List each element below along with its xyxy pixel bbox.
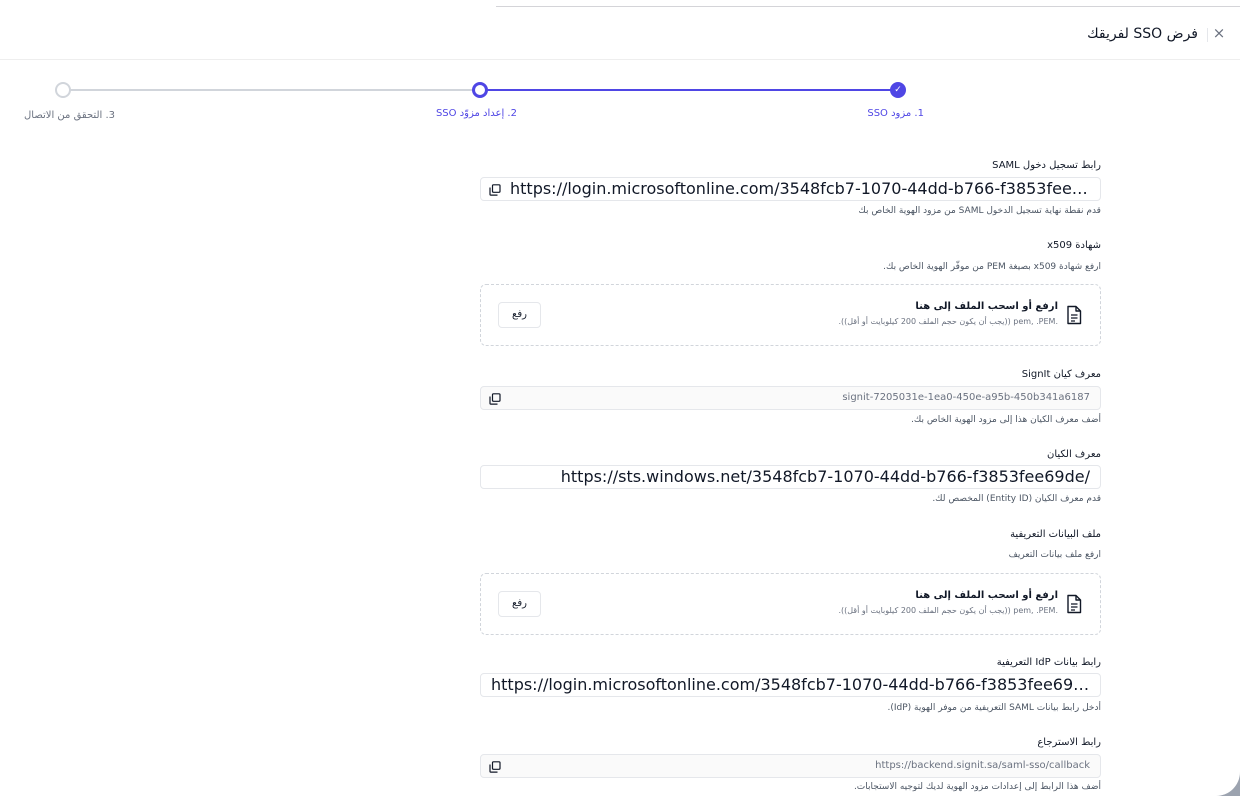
entity-id-field[interactable]: https://sts.windows.net/3548fcb7-1070-44… <box>480 465 1101 489</box>
modal-header: فرض SSO لفريقك × <box>0 8 1240 60</box>
step-1-check-icon[interactable]: ✓ <box>890 82 906 98</box>
x509-certificate-help: ارفع شهادة x509 بصيغة PEM من موفّر الهوي… <box>883 262 1101 272</box>
header-separator <box>1207 28 1208 42</box>
callback-url-help: أضف هذا الرابط إلى إعدادات مزود الهوية ل… <box>853 782 1101 792</box>
metadata-dropzone-title: ارفع أو اسحب الملف إلى هنا <box>915 590 1058 601</box>
close-icon[interactable]: × <box>1212 25 1226 41</box>
signit-entity-id-field[interactable]: signit-7205031e-1ea0-450e-a95b-450b341a6… <box>480 386 1101 410</box>
idp-metadata-url-field[interactable]: https://login.microsoftonline.com/3548fc… <box>480 673 1101 697</box>
step-2-indicator[interactable] <box>472 82 488 98</box>
entity-id-value: https://sts.windows.net/3548fcb7-1070-44… <box>560 467 1090 486</box>
saml-login-url-field[interactable]: https://login.microsoftonline.com/3548fc… <box>480 177 1101 201</box>
x509-dropzone-title: ارفع أو اسحب الملف إلى هنا <box>915 301 1058 312</box>
x509-certificate-label: شهادة x509 <box>1047 240 1101 251</box>
signit-entity-id-help: أضف معرف الكيان هذا إلى مزود الهوية الخا… <box>911 415 1101 425</box>
step-1-label[interactable]: 1. مزود SSO <box>867 108 924 119</box>
metadata-file-dropzone[interactable]: ارفع أو اسحب الملف إلى هنا .pem, .PEM ((… <box>480 573 1101 635</box>
callback-url-label: رابط الاسترجاع <box>1037 737 1101 748</box>
metadata-file-label: ملف البيانات التعريفية <box>1010 529 1101 540</box>
copy-icon[interactable] <box>489 393 501 405</box>
idp-metadata-url-value: https://login.microsoftonline.com/3548fc… <box>491 675 1090 694</box>
copy-icon[interactable] <box>489 184 501 196</box>
x509-dropzone-hint: .pem, .PEM ((يجب أن يكون حجم الملف 200 ك… <box>838 317 1058 326</box>
metadata-file-help: ارفع ملف بيانات التعريف <box>1008 550 1101 560</box>
top-divider <box>496 6 1240 7</box>
stepper-track-complete <box>487 89 891 91</box>
saml-login-url-value: https://login.microsoftonline.com/3548fc… <box>510 179 1090 198</box>
entity-id-label: معرف الكيان <box>1047 449 1101 460</box>
signit-entity-id-label: معرف كيان SignIt <box>1021 369 1101 380</box>
modal-title: فرض SSO لفريقك <box>1087 26 1198 42</box>
step-3-indicator[interactable] <box>55 82 71 98</box>
step-3-label[interactable]: 3. التحقق من الاتصال <box>24 110 115 121</box>
entity-id-help: قدم معرف الكيان (Entity ID) المخصص لك. <box>932 494 1101 504</box>
saml-login-url-label: رابط تسجيل دخول SAML <box>992 160 1101 171</box>
copy-icon[interactable] <box>489 761 501 773</box>
metadata-upload-button[interactable]: رفع <box>498 591 541 617</box>
x509-upload-button[interactable]: رفع <box>498 302 541 328</box>
x509-certificate-dropzone[interactable]: ارفع أو اسحب الملف إلى هنا .pem, .PEM ((… <box>480 284 1101 346</box>
callback-url-field[interactable]: https://backend.signit.sa/saml-sso/callb… <box>480 754 1101 778</box>
saml-login-url-help: قدم نقطة نهاية تسجيل الدخول SAML من مزود… <box>858 206 1101 216</box>
callback-url-value: https://backend.signit.sa/saml-sso/callb… <box>875 760 1090 771</box>
document-icon <box>1067 305 1082 325</box>
signit-entity-id-value: signit-7205031e-1ea0-450e-a95b-450b341a6… <box>842 392 1090 403</box>
idp-metadata-url-help: أدخل رابط بيانات SAML التعريفية من موفر … <box>887 703 1101 713</box>
metadata-dropzone-hint: .pem, .PEM ((يجب أن يكون حجم الملف 200 ك… <box>838 606 1058 615</box>
document-icon <box>1067 594 1082 614</box>
idp-metadata-url-label: رابط بيانات IdP التعريفية <box>996 657 1101 668</box>
progress-stepper: ✓ 1. مزود SSO 2. إعداد مزوّد SSO 3. التح… <box>0 80 1240 130</box>
step-2-label[interactable]: 2. إعداد مزوّد SSO <box>436 108 517 119</box>
